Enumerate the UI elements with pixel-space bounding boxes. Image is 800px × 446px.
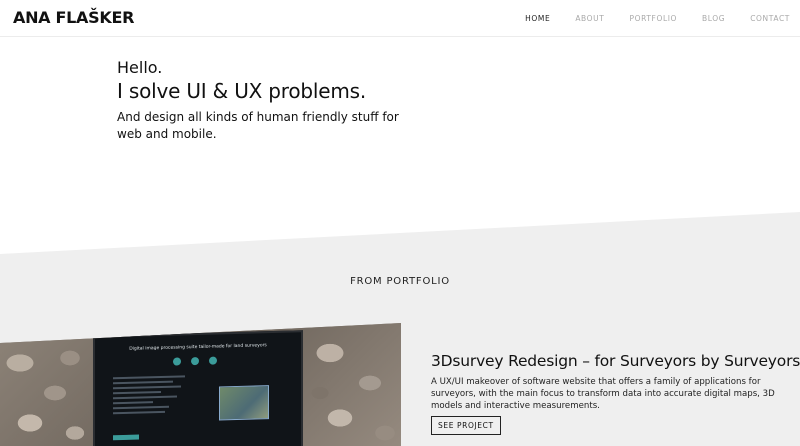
project-title[interactable]: 3Dsurvey Redesign – for Surveyors by Sur… [431,352,800,370]
nav-contact[interactable]: CONTACT [750,14,790,23]
screen-text-lines [113,375,193,417]
hero-greeting: Hello. [117,58,163,77]
site-header: ANA FLAŠKER HOME ABOUT PORTFOLIO BLOG CO… [0,0,800,37]
nav-portfolio[interactable]: PORTFOLIO [629,14,677,23]
site-logo[interactable]: ANA FLAŠKER [13,8,134,27]
see-project-button[interactable]: SEE PROJECT [431,416,501,435]
hero-headline: I solve UI & UX problems. [117,79,367,103]
screen-title: Digital image processing suite tailor-ma… [129,343,267,352]
portfolio-section-title: FROM PORTFOLIO [350,276,450,287]
monitor-screen-mockup: Digital image processing suite tailor-ma… [93,330,303,446]
main-nav: HOME ABOUT PORTFOLIO BLOG CONTACT [500,14,790,23]
screen-button [113,434,139,441]
screen-tab-icon [191,356,199,366]
screen-map-image [219,385,269,421]
nav-home[interactable]: HOME [525,14,550,23]
screen-tabs [173,356,217,366]
screen-tab-icon [209,356,217,365]
project-thumbnail[interactable]: Digital image processing suite tailor-ma… [0,323,401,446]
screen-tab-icon [173,357,181,366]
nav-blog[interactable]: BLOG [702,14,725,23]
hero-section: Hello. I solve UI & UX problems. And des… [117,58,437,143]
project-description: A UX/UI makeover of software website tha… [431,377,775,411]
nav-about[interactable]: ABOUT [575,14,604,23]
hero-subline: And design all kinds of human friendly s… [117,110,399,141]
